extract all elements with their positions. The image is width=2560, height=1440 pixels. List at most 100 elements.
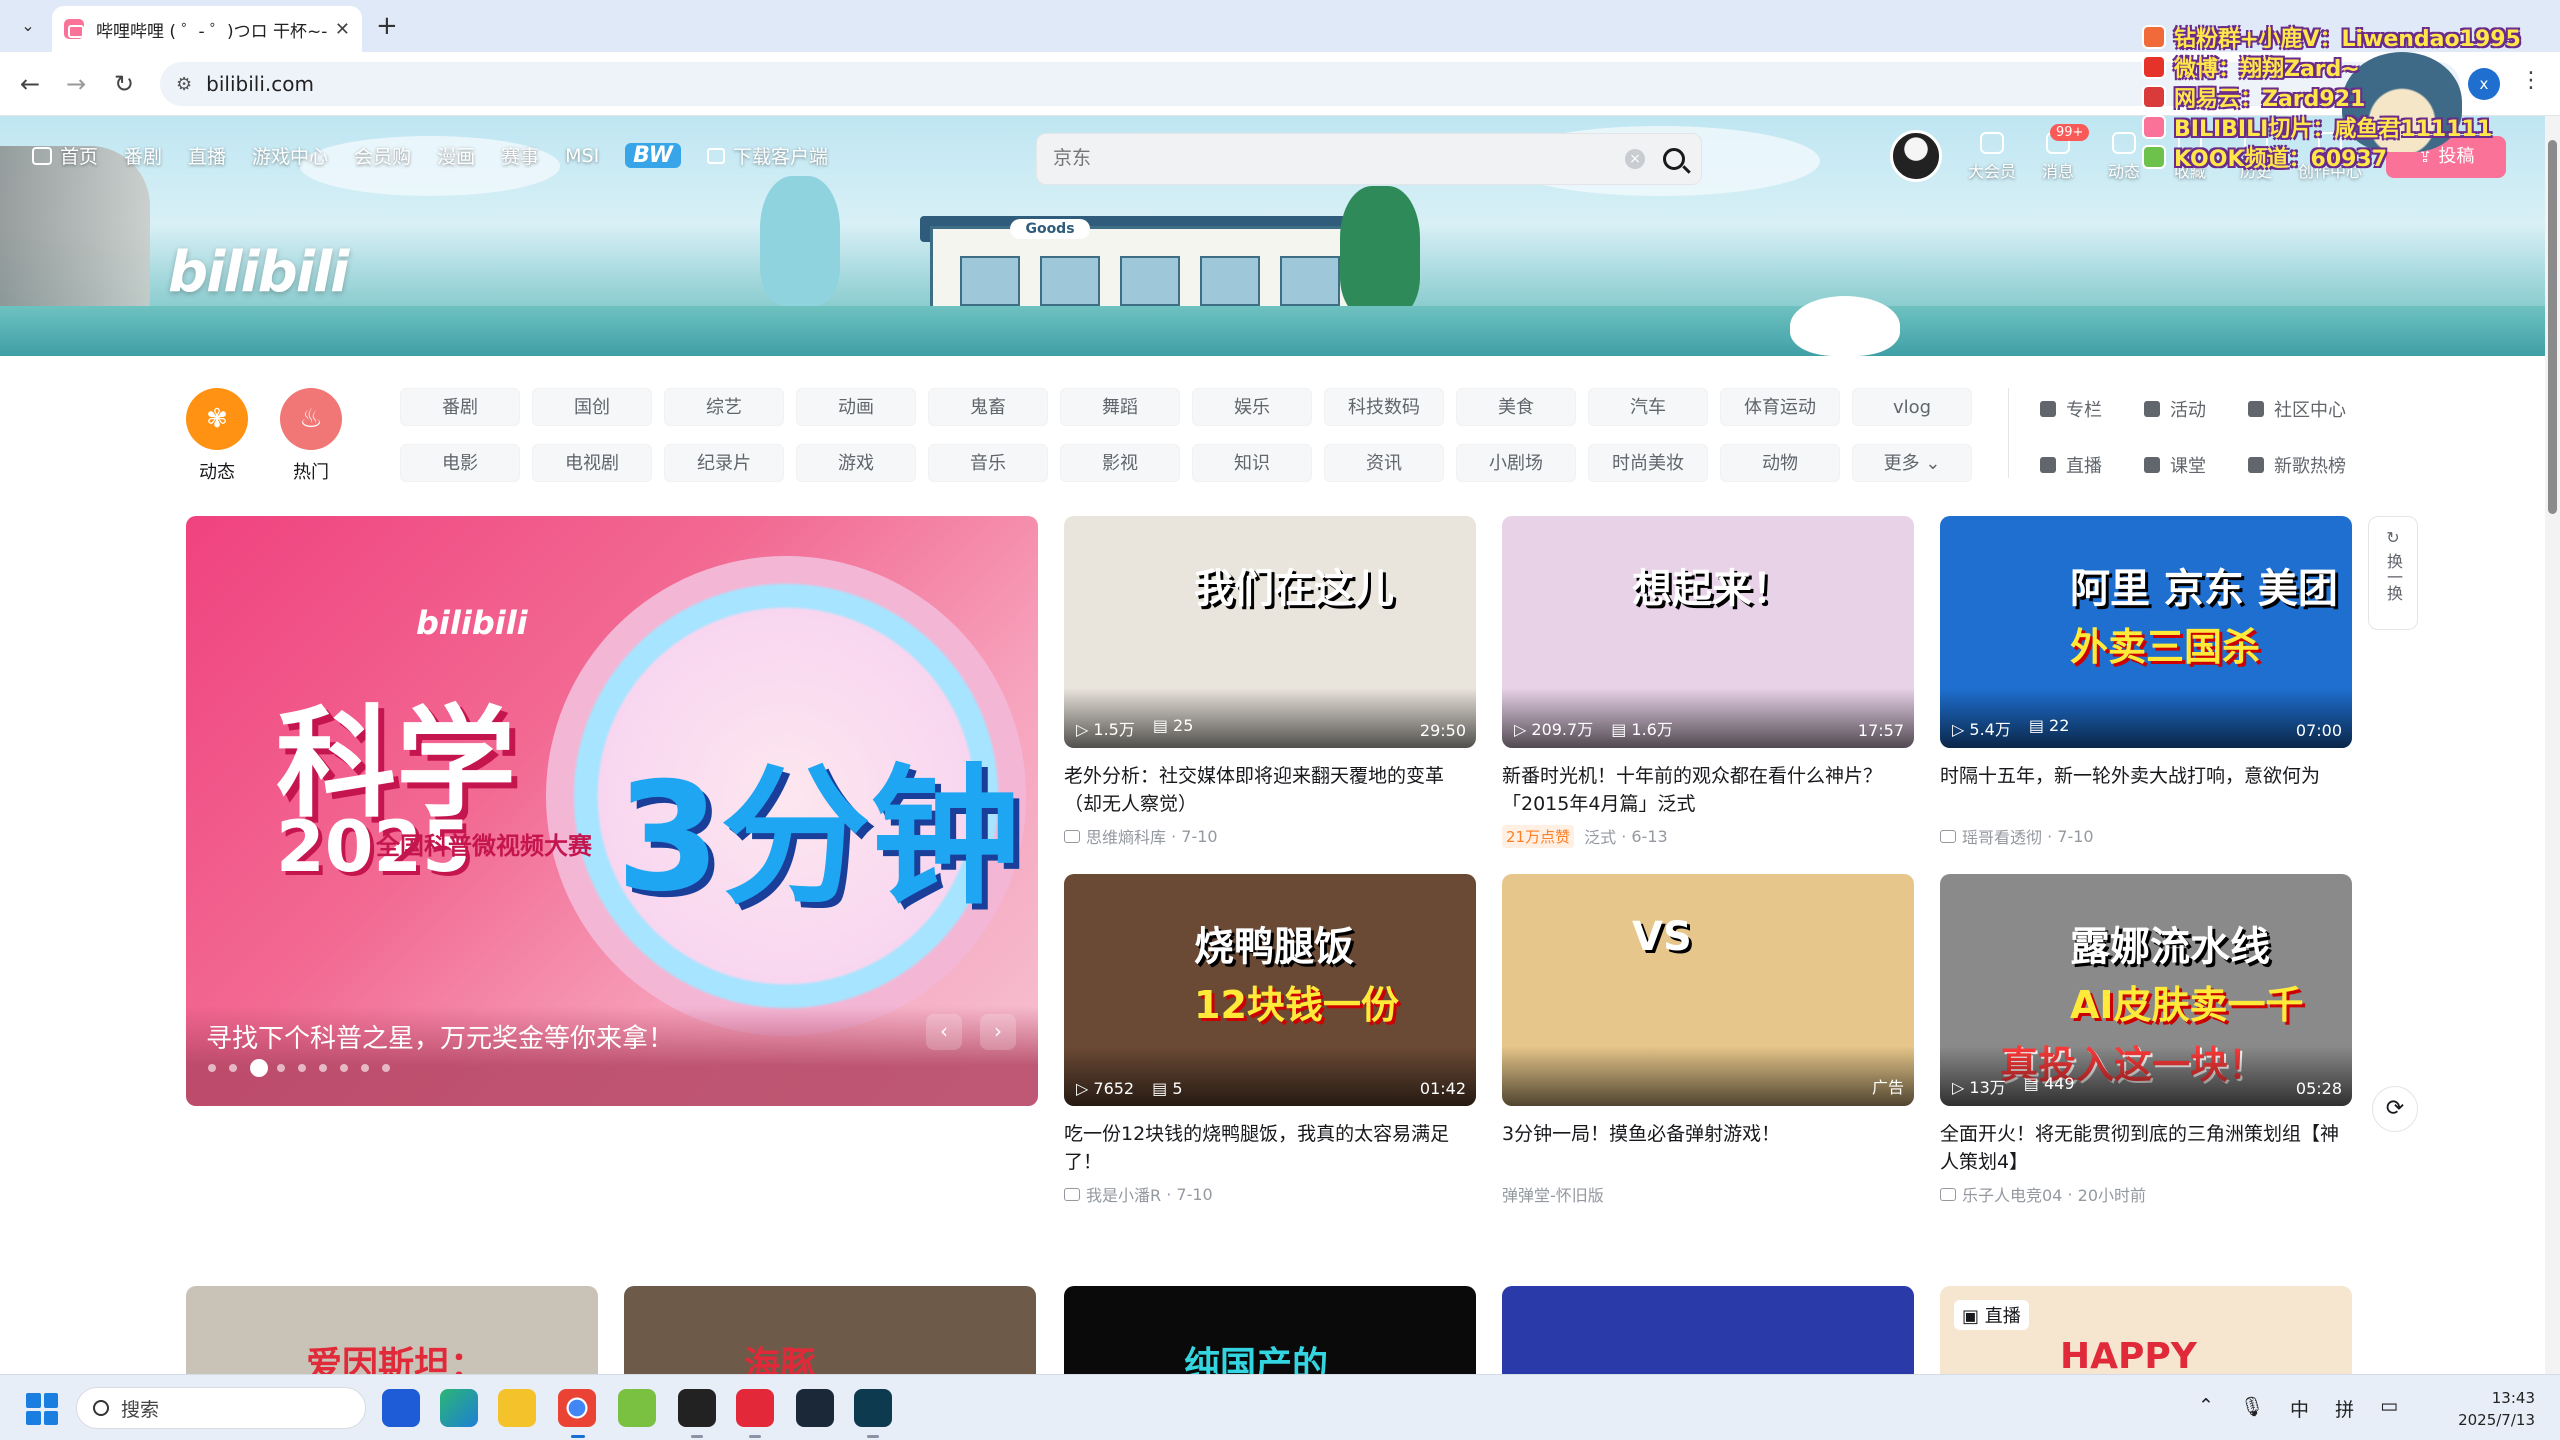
- video-title[interactable]: 吃一份12块钱的烧鸭腿饭，我真的太容易满足了！: [1064, 1120, 1476, 1176]
- video-title[interactable]: 新番时光机！十年前的观众都在看什么神片？「2015年4月篇」泛式: [1502, 762, 1914, 818]
- uploader-name[interactable]: 弹弹堂-怀旧版: [1502, 1182, 1604, 1206]
- quick-link-activity[interactable]: 活动: [2144, 396, 2206, 422]
- channel-chip[interactable]: 时尚美妆: [1588, 444, 1708, 482]
- quick-link-community[interactable]: 社区中心: [2248, 396, 2346, 422]
- nav-live[interactable]: 直播: [188, 142, 226, 169]
- channel-chip[interactable]: 国创: [532, 388, 652, 426]
- quick-link-music-chart[interactable]: 新歌热榜: [2248, 452, 2346, 478]
- steam-icon[interactable]: [796, 1389, 834, 1427]
- carousel-dot[interactable]: [361, 1064, 369, 1072]
- obs-icon[interactable]: [678, 1389, 716, 1427]
- uploader-name[interactable]: 我是小潘R: [1086, 1182, 1161, 1206]
- edge-icon[interactable]: [440, 1389, 478, 1427]
- quick-link-course[interactable]: 课堂: [2144, 452, 2206, 478]
- forward-icon[interactable]: →: [60, 68, 92, 100]
- channel-chip[interactable]: 汽车: [1588, 388, 1708, 426]
- video-thumbnail[interactable]: 想起来！ ▷ 209.7万 ▤ 1.6万 17:57: [1502, 516, 1914, 748]
- carousel-dot[interactable]: [319, 1064, 327, 1072]
- avatar[interactable]: [1890, 130, 1942, 182]
- search-icon[interactable]: [1663, 148, 1685, 170]
- video-title[interactable]: 老外分析：社交媒体即将迎来翻天覆地的变革（却无人察觉）: [1064, 762, 1476, 818]
- nav-home[interactable]: 首页: [32, 142, 98, 169]
- uploader-name[interactable]: 瑶哥看透彻: [1962, 824, 2042, 848]
- video-card[interactable]: 烧鸭腿饭 12块钱一份 ▷ 7652 ▤ 5 01:42 吃一份12块钱的烧鸭腿饭，我真的…: [1064, 874, 1476, 1206]
- nav-vip[interactable]: 大会员: [1962, 132, 2022, 182]
- video-title[interactable]: 3分钟一局！摸鱼必备弹射游戏！: [1502, 1120, 1914, 1176]
- chrome-icon[interactable]: [558, 1389, 596, 1427]
- video-card[interactable]: 想起来！ ▷ 209.7万 ▤ 1.6万 17:57 新番时光机！十年前的观众都在看什么…: [1502, 516, 1914, 848]
- network-icon[interactable]: ▭: [2380, 1395, 2398, 1422]
- new-tab-button[interactable]: +: [376, 12, 398, 40]
- channel-chip[interactable]: 电视剧: [532, 444, 652, 482]
- uploader-name[interactable]: 乐子人电竞04: [1962, 1182, 2062, 1206]
- uploader-name[interactable]: 泛式: [1584, 824, 1616, 848]
- reload-icon[interactable]: ↻: [108, 68, 140, 100]
- netease-music-icon[interactable]: [736, 1389, 774, 1427]
- bilibili-logo[interactable]: bilibili: [168, 240, 349, 305]
- video-card-partial[interactable]: 纯国产的: [1064, 1286, 1476, 1376]
- channel-chip[interactable]: vlog: [1852, 388, 1972, 426]
- carousel-dot[interactable]: [277, 1064, 285, 1072]
- carousel-title[interactable]: 寻找下个科普之星，万元奖金等你来拿！: [206, 1018, 674, 1055]
- nav-download[interactable]: 下载客户端: [707, 142, 828, 169]
- video-card-partial[interactable]: 爱因斯坦：: [186, 1286, 598, 1376]
- page-scrollbar[interactable]: [2545, 116, 2560, 1374]
- carousel-next-button[interactable]: ›: [980, 1014, 1016, 1050]
- video-title[interactable]: 全面开火！将无能贯彻到底的三角洲策划组【神人策划4】: [1940, 1120, 2352, 1176]
- nav-match[interactable]: 赛事: [501, 142, 539, 169]
- browser-tab[interactable]: 哔哩哔哩 ( ゜- ゜)つロ 干杯~-bi ✕: [52, 6, 362, 52]
- channel-chip[interactable]: 纪录片: [664, 444, 784, 482]
- chevron-up-icon[interactable]: ⌃: [2198, 1395, 2214, 1422]
- channel-chip[interactable]: 影视: [1060, 444, 1180, 482]
- task-view-icon[interactable]: [382, 1389, 420, 1427]
- search-input[interactable]: [1053, 148, 1625, 170]
- nav-msi[interactable]: MSI: [565, 145, 599, 167]
- video-card-partial[interactable]: HAPPY ▣ 直播: [1940, 1286, 2352, 1376]
- video-thumbnail[interactable]: 阿里 京东 美团 外卖三国杀 ▷ 5.4万 ▤ 22 07:00: [1940, 516, 2352, 748]
- clock[interactable]: 13:43 2025/7/13: [2455, 1387, 2535, 1431]
- quick-link-column[interactable]: 专栏: [2040, 396, 2102, 422]
- channel-chip[interactable]: 美食: [1456, 388, 1576, 426]
- video-card-partial[interactable]: 海豚: [624, 1286, 1036, 1376]
- channel-chip[interactable]: 鬼畜: [928, 388, 1048, 426]
- ime-mode[interactable]: 中: [2290, 1395, 2309, 1422]
- channel-chip[interactable]: 综艺: [664, 388, 784, 426]
- video-thumbnail[interactable]: 我们在这儿 ▷ 1.5万 ▤ 25 29:50: [1064, 516, 1476, 748]
- video-card[interactable]: 我们在这儿 ▷ 1.5万 ▤ 25 29:50 老外分析：社交媒体即将迎来翻天覆地的变革…: [1064, 516, 1476, 848]
- carousel-dot[interactable]: [229, 1064, 237, 1072]
- channel-chip[interactable]: 娱乐: [1192, 388, 1312, 426]
- nav-game-center[interactable]: 游戏中心: [252, 142, 328, 169]
- channel-chip[interactable]: 小剧场: [1456, 444, 1576, 482]
- taskbar-search[interactable]: 搜索: [76, 1387, 366, 1429]
- video-card[interactable]: 露娜流水线AI皮肤卖一千真投入这一块！▷ 13万▤ 44905:28全面开火！将…: [1940, 874, 2352, 1206]
- channel-chip[interactable]: 动物: [1720, 444, 1840, 482]
- bw-logo[interactable]: BW: [625, 143, 682, 168]
- file-explorer-icon[interactable]: [498, 1389, 536, 1427]
- dynamic-circle-button[interactable]: ✾: [186, 388, 248, 450]
- channel-chip[interactable]: 动画: [796, 388, 916, 426]
- channel-chip[interactable]: 番剧: [400, 388, 520, 426]
- app-icon[interactable]: [854, 1389, 892, 1427]
- video-title[interactable]: 时隔十五年，新一轮外卖大战打响，意欲何为: [1940, 762, 2352, 818]
- nav-mall[interactable]: 会员购: [354, 142, 411, 169]
- carousel-dot[interactable]: [250, 1059, 268, 1077]
- site-info-icon[interactable]: ⚙: [176, 74, 192, 95]
- hot-circle-button[interactable]: ♨: [280, 388, 342, 450]
- channel-chip[interactable]: 更多 ⌄: [1852, 444, 1972, 482]
- refresh-recommendations-button[interactable]: ↻ 换一换: [2368, 516, 2418, 630]
- carousel-dot[interactable]: [208, 1064, 216, 1072]
- video-card[interactable]: 阿里 京东 美团 外卖三国杀 ▷ 5.4万 ▤ 22 07:00 时隔十五年，新一轮外卖大…: [1940, 516, 2352, 848]
- nav-manga[interactable]: 漫画: [437, 142, 475, 169]
- channel-chip[interactable]: 舞蹈: [1060, 388, 1180, 426]
- quick-link-live[interactable]: 直播: [2040, 452, 2102, 478]
- channel-chip[interactable]: 体育运动: [1720, 388, 1840, 426]
- back-icon[interactable]: ←: [14, 68, 46, 100]
- tab-list-button[interactable]: ⌄: [14, 12, 42, 40]
- channel-chip[interactable]: 游戏: [796, 444, 916, 482]
- channel-chip[interactable]: 音乐: [928, 444, 1048, 482]
- windows-start-icon[interactable]: [26, 1393, 58, 1425]
- channel-chip[interactable]: 资讯: [1324, 444, 1444, 482]
- floating-refresh-button[interactable]: ⟳: [2372, 1086, 2418, 1132]
- close-tab-icon[interactable]: ✕: [335, 19, 350, 40]
- carousel-dot[interactable]: [382, 1064, 390, 1072]
